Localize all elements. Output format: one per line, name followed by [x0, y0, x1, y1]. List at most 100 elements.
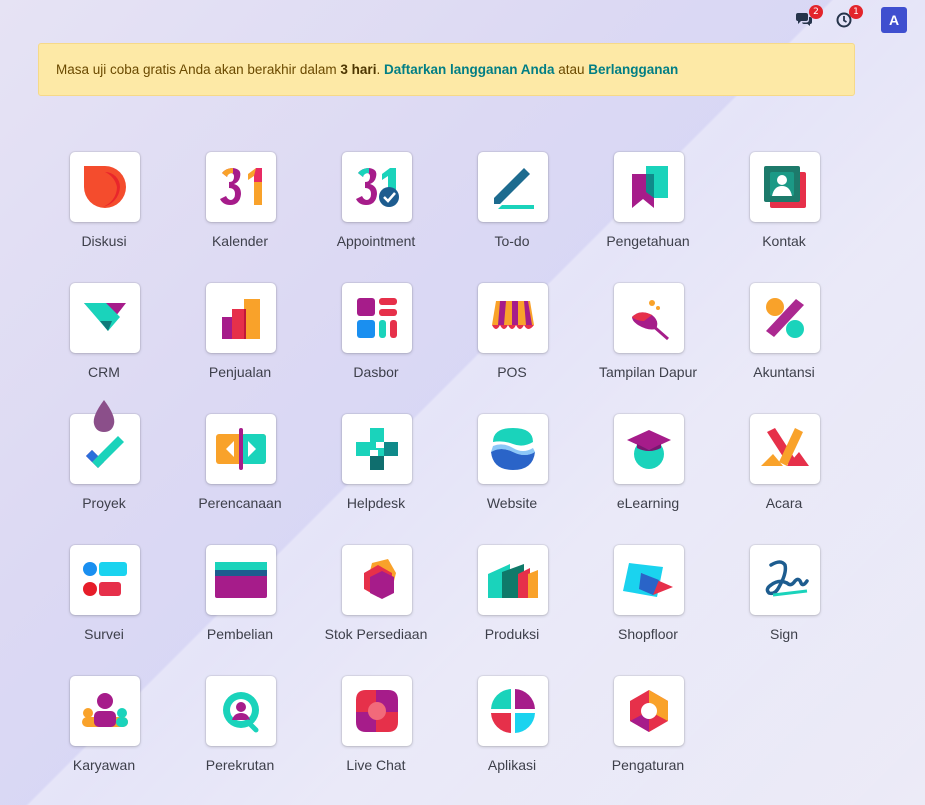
app-label: Acara	[765, 495, 803, 511]
app-tile[interactable]	[70, 676, 140, 746]
app-appointment[interactable]: Appointment	[308, 152, 444, 262]
app-tile[interactable]	[342, 545, 412, 615]
app-label: Perekrutan	[205, 757, 275, 773]
shopfloor-icon	[623, 563, 673, 597]
app-tile[interactable]	[342, 676, 412, 746]
subscribe-link[interactable]: Berlangganan	[588, 62, 678, 77]
appointment-icon	[356, 168, 399, 207]
app-tile[interactable]	[342, 414, 412, 484]
app-shopfloor[interactable]: Shopfloor	[580, 545, 716, 655]
app-sales[interactable]: Penjualan	[172, 283, 308, 393]
app-label: Proyek	[82, 495, 126, 511]
app-tile[interactable]	[614, 152, 684, 222]
app-label: Akuntansi	[753, 364, 815, 380]
app-tile[interactable]	[614, 283, 684, 353]
activities-badge: 1	[849, 5, 863, 19]
app-todo[interactable]: To-do	[444, 152, 580, 262]
app-recruitment[interactable]: Perekrutan	[172, 676, 308, 786]
banner-after-days: .	[376, 62, 384, 77]
app-label: Stok Persediaan	[324, 626, 428, 642]
app-tile[interactable]	[614, 545, 684, 615]
sign-icon	[765, 560, 809, 597]
recruitment-icon	[223, 692, 259, 733]
calendar-icon	[220, 168, 262, 205]
app-label: To-do	[494, 233, 530, 249]
settings-icon	[630, 690, 668, 732]
activities-button[interactable]: 1	[831, 5, 863, 33]
app-tile[interactable]	[478, 545, 548, 615]
app-elearning[interactable]: eLearning	[580, 414, 716, 524]
app-tile[interactable]	[750, 545, 820, 615]
messages-button[interactable]: 2	[791, 5, 823, 33]
app-project[interactable]: Proyek	[36, 400, 172, 524]
app-label: Live Chat	[346, 757, 406, 773]
app-sign[interactable]: Sign	[716, 545, 852, 655]
app-tile[interactable]	[614, 414, 684, 484]
helpdesk-icon	[356, 428, 398, 470]
app-tile[interactable]	[206, 283, 276, 353]
app-label: Penjualan	[208, 364, 272, 380]
app-label: Dasbor	[353, 364, 399, 380]
app-events[interactable]: Acara	[716, 414, 852, 524]
app-tile[interactable]	[206, 152, 276, 222]
app-crm[interactable]: CRM	[36, 283, 172, 393]
app-label: Tampilan Dapur	[598, 364, 698, 380]
kitchen-display-icon	[632, 300, 669, 341]
app-discuss[interactable]: Diskusi	[36, 152, 172, 262]
app-tile[interactable]	[750, 283, 820, 353]
app-tile[interactable]	[478, 283, 548, 353]
app-calendar[interactable]: Kalender	[172, 152, 308, 262]
app-purchase[interactable]: Pembelian	[172, 545, 308, 655]
systray: 2 1 A	[791, 5, 907, 34]
crm-icon	[84, 303, 126, 331]
app-planning[interactable]: Perencanaan	[172, 414, 308, 524]
app-helpdesk[interactable]: Helpdesk	[308, 414, 444, 524]
app-kitchen-display[interactable]: Tampilan Dapur	[580, 283, 716, 393]
app-label: POS	[497, 364, 527, 380]
app-label: Kalender	[211, 233, 269, 249]
app-survey[interactable]: Survei	[36, 545, 172, 655]
app-label: Shopfloor	[618, 626, 678, 642]
app-label: Pengaturan	[611, 757, 685, 773]
website-icon	[491, 428, 535, 470]
register-subscription-link[interactable]: Daftarkan langganan Anda	[384, 62, 555, 77]
contacts-icon	[764, 166, 806, 208]
app-label: Appointment	[336, 233, 416, 249]
app-tile[interactable]	[342, 283, 412, 353]
survey-icon	[83, 562, 127, 596]
purchase-icon	[215, 562, 267, 598]
app-apps[interactable]: Aplikasi	[444, 676, 580, 786]
app-inventory[interactable]: Stok Persediaan	[308, 545, 444, 655]
app-tile[interactable]	[750, 152, 820, 222]
app-tile[interactable]	[614, 676, 684, 746]
accounting-icon	[766, 298, 804, 338]
trial-banner: Masa uji coba gratis Anda akan berakhir …	[38, 43, 855, 96]
app-settings[interactable]: Pengaturan	[580, 676, 716, 786]
app-tile[interactable]	[70, 152, 140, 222]
app-tile[interactable]	[70, 283, 140, 353]
app-employees[interactable]: Karyawan	[36, 676, 172, 786]
app-website[interactable]: Website	[444, 414, 580, 524]
app-accounting[interactable]: Akuntansi	[716, 283, 852, 393]
app-tile[interactable]	[206, 414, 276, 484]
app-live-chat[interactable]: Live Chat	[308, 676, 444, 786]
app-tile[interactable]	[206, 676, 276, 746]
app-contacts[interactable]: Kontak	[716, 152, 852, 262]
app-label: Survei	[84, 626, 124, 642]
app-manufacturing[interactable]: Produksi	[444, 545, 580, 655]
app-tile[interactable]	[70, 545, 140, 615]
app-tile[interactable]	[750, 414, 820, 484]
app-pos[interactable]: POS	[444, 283, 580, 393]
app-tile[interactable]	[206, 545, 276, 615]
app-tile[interactable]	[478, 152, 548, 222]
app-tile[interactable]	[342, 152, 412, 222]
apps-icon	[491, 689, 535, 733]
user-avatar[interactable]: A	[881, 7, 907, 33]
app-tile[interactable]	[478, 414, 548, 484]
app-label: Produksi	[484, 626, 540, 642]
app-knowledge[interactable]: Pengetahuan	[580, 152, 716, 262]
inventory-icon	[364, 559, 396, 599]
employees-icon	[82, 693, 128, 727]
app-dashboard[interactable]: Dasbor	[308, 283, 444, 393]
app-tile[interactable]	[478, 676, 548, 746]
